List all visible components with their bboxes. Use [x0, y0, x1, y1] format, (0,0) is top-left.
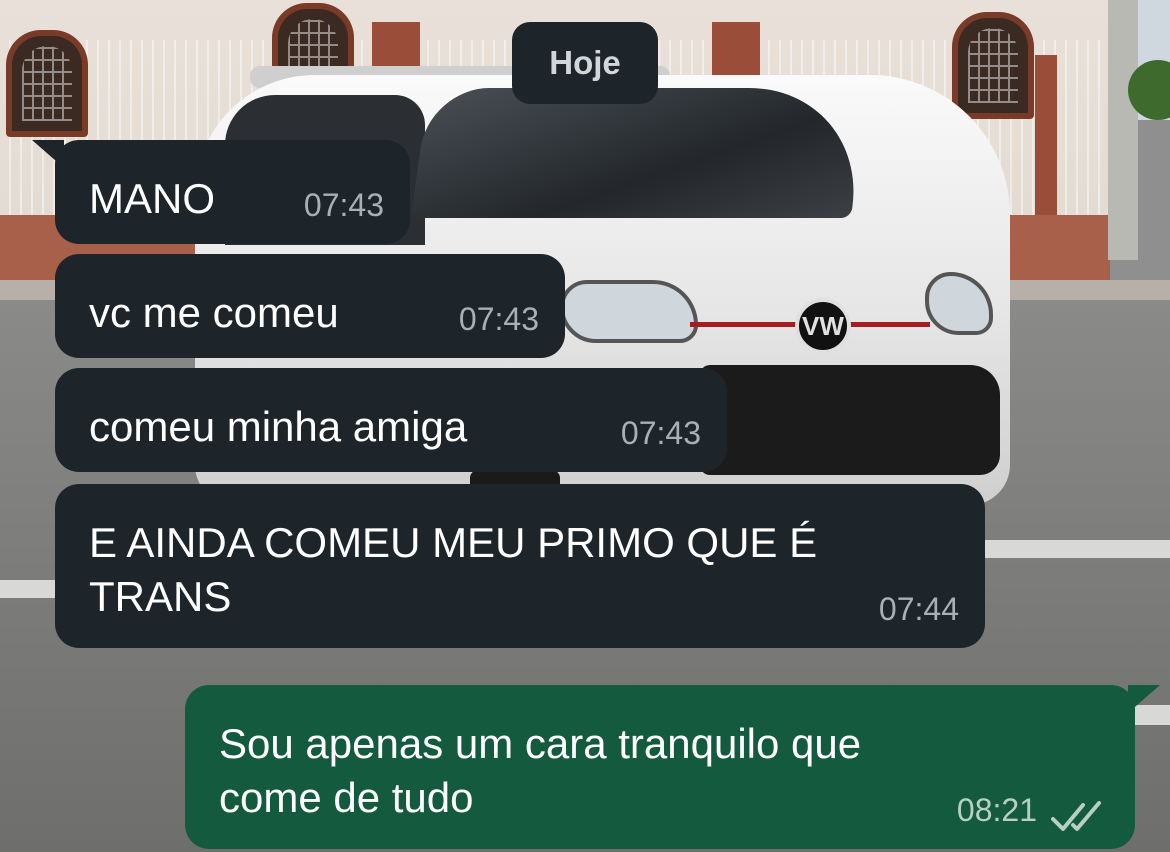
- message-text: E AINDA COMEU MEU PRIMO QUE É TRANS: [89, 519, 818, 620]
- message-time: 08:21: [956, 792, 1037, 828]
- message-bubble-outgoing[interactable]: Sou apenas um cara tranquilo que come de…: [185, 685, 1135, 849]
- message-time: 07:43: [458, 301, 539, 337]
- message-bubble-incoming[interactable]: E AINDA COMEU MEU PRIMO QUE É TRANS 07:4…: [55, 484, 985, 648]
- message-text: comeu minha amiga: [89, 403, 468, 450]
- message-time: 07:44: [878, 591, 959, 627]
- message-time: 07:43: [620, 415, 701, 451]
- message-bubble-incoming[interactable]: comeu minha amiga 07:43: [55, 368, 727, 472]
- message-bubble-incoming[interactable]: vc me comeu 07:43: [55, 254, 565, 358]
- message-time: 07:43: [303, 187, 384, 223]
- date-separator: Hoje: [512, 22, 658, 104]
- message-bubble-incoming[interactable]: MANO 07:43: [55, 140, 410, 244]
- double-check-icon: [1051, 801, 1101, 831]
- chat-thread: Hoje MANO 07:43 vc me comeu 07:43 comeu …: [0, 0, 1170, 852]
